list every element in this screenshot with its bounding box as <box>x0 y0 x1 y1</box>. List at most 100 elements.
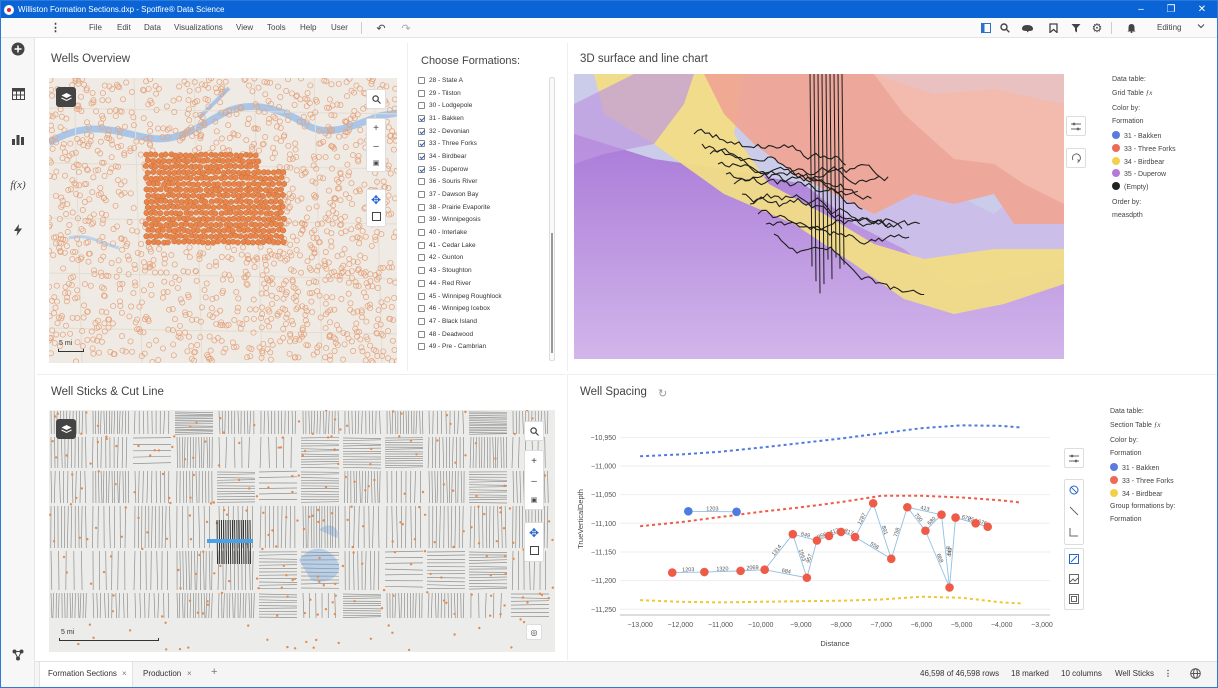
active-table[interactable]: Well Sticks <box>1115 669 1154 678</box>
legend-item[interactable]: 31 - Bakken <box>1112 131 1176 144</box>
pan-icon[interactable]: ✥ <box>371 193 381 207</box>
chevron-down-icon[interactable] <box>1197 22 1205 32</box>
chart-settings-icon[interactable] <box>1064 448 1084 468</box>
group-by-value[interactable]: Formation <box>1110 514 1175 527</box>
line-tool-icon[interactable] <box>1067 504 1081 518</box>
close-icon[interactable]: ✕ <box>1187 1 1217 18</box>
data-point[interactable] <box>802 573 812 583</box>
formation-item[interactable]: 36 - Souris River <box>418 176 550 189</box>
mode-selector[interactable]: Editing <box>1157 23 1181 32</box>
formation-checkbox[interactable] <box>418 241 425 249</box>
formation-checkbox[interactable] <box>418 76 425 84</box>
redo-icon[interactable]: ↷ <box>399 21 413 35</box>
more-options-icon[interactable]: ⋮ <box>1164 669 1172 678</box>
compass-icon[interactable]: ◎ <box>526 624 542 640</box>
formation-item[interactable]: 46 - Winnipeg Icebox <box>418 302 550 315</box>
formation-checkbox[interactable] <box>418 114 425 122</box>
data-point[interactable] <box>951 513 960 522</box>
formation-item[interactable]: 47 - Black Island <box>418 315 550 328</box>
formation-item[interactable]: 45 - Winnipeg Roughlock <box>418 290 550 303</box>
menu-data[interactable]: Data <box>144 23 161 32</box>
wells-map-canvas[interactable] <box>49 78 397 363</box>
zoom-out-icon[interactable]: – <box>373 141 379 152</box>
menu-help[interactable]: Help <box>300 23 316 32</box>
well-spacing-chart[interactable]: −10,950 −11,000 −11,050 −11,100 −11,150 −11,2… <box>572 415 1060 655</box>
formation-checkbox[interactable] <box>418 292 425 300</box>
minimize-icon[interactable]: – <box>1126 1 1156 18</box>
formation-item[interactable]: 41 - Cedar Lake <box>418 239 550 252</box>
pan-icon-2[interactable]: ✥ <box>529 526 539 540</box>
add-icon[interactable] <box>10 41 26 57</box>
fx-icon[interactable]: ƒx <box>1146 89 1153 97</box>
zoom-in-icon[interactable]: + <box>373 123 379 134</box>
formation-checkbox[interactable] <box>418 330 425 338</box>
data-point[interactable] <box>760 565 769 575</box>
legend-item[interactable]: 35 - Duperow <box>1112 169 1176 182</box>
layers-icon[interactable] <box>56 87 76 107</box>
image-icon[interactable] <box>1067 572 1081 586</box>
formation-item[interactable]: 49 - Pre - Cambrian <box>418 340 550 353</box>
export-icon[interactable] <box>1067 592 1081 606</box>
formations-scrollbar[interactable] <box>549 77 555 361</box>
formation-checkbox[interactable] <box>418 305 425 313</box>
legend-item[interactable]: 34 - Birdbear <box>1112 156 1176 170</box>
formation-item[interactable]: 48 - Deadwood <box>418 328 550 341</box>
network-icon[interactable] <box>10 647 26 663</box>
zoom-fit-icon[interactable]: ▣ <box>373 159 380 167</box>
menu-view[interactable]: View <box>236 23 253 32</box>
rectangle-select-icon-2[interactable] <box>529 546 539 558</box>
data-point[interactable] <box>700 567 709 577</box>
data-point[interactable] <box>945 583 954 592</box>
formation-checkbox[interactable] <box>418 216 425 224</box>
zoom-out-icon-2[interactable]: – <box>531 476 537 487</box>
formation-item[interactable]: 33 - Three Forks <box>418 137 550 150</box>
menu-visualizations[interactable]: Visualizations <box>174 23 223 32</box>
formation-item[interactable]: 31 - Bakken <box>418 112 550 125</box>
refresh-icon[interactable]: ↻ <box>658 387 667 400</box>
legend-item[interactable]: 33 - Three Forks <box>1112 143 1176 157</box>
axis-tool-icon[interactable] <box>1067 525 1081 539</box>
close-tab-icon[interactable]: × <box>122 669 127 678</box>
formation-checkbox[interactable] <box>418 102 425 110</box>
legend-item[interactable]: 34 - Birdbear <box>1110 488 1175 502</box>
zoom-fit-icon-2[interactable]: ▣ <box>531 496 538 504</box>
wells-map[interactable]: + – ▣ ✥ 5 mi <box>49 78 397 363</box>
no-select-icon[interactable] <box>1067 483 1081 497</box>
surface-settings-icon[interactable] <box>1066 116 1086 136</box>
menu-edit[interactable]: Edit <box>117 23 131 32</box>
map-search-icon[interactable] <box>366 89 386 109</box>
layers-icon-2[interactable] <box>56 419 76 439</box>
tab-production[interactable]: Production × <box>135 662 199 687</box>
map-search-icon-2[interactable] <box>524 421 544 441</box>
close-tab-icon-2[interactable]: × <box>187 669 192 678</box>
data-table-value-2[interactable]: Section Table ƒx <box>1110 419 1175 433</box>
formation-item[interactable]: 39 - Winnipegosis <box>418 214 550 227</box>
data-point[interactable] <box>868 498 878 508</box>
data-point[interactable] <box>921 526 930 536</box>
formation-item[interactable]: 43 - Stoughton <box>418 264 550 277</box>
formation-checkbox[interactable] <box>418 178 425 186</box>
formation-checkbox[interactable] <box>418 203 425 211</box>
data-point[interactable] <box>850 532 860 542</box>
data-point[interactable] <box>886 554 896 564</box>
data-point[interactable] <box>983 522 993 532</box>
formation-checkbox[interactable] <box>418 229 425 237</box>
menu-file[interactable]: File <box>89 23 102 32</box>
color-by-value-2[interactable]: Formation <box>1110 448 1175 461</box>
formation-item[interactable]: 35 - Duperow <box>418 163 550 176</box>
formation-item[interactable]: 40 - Interlake <box>418 226 550 239</box>
fx-icon-2[interactable]: ƒx <box>1154 421 1161 429</box>
formation-item[interactable]: 29 - Tilston <box>418 87 550 100</box>
rectangle-select-icon[interactable] <box>371 211 381 224</box>
rotate-view-icon[interactable] <box>1066 148 1086 168</box>
formation-checkbox[interactable] <box>418 343 425 351</box>
more-menu-icon[interactable]: ⋮ <box>50 21 61 34</box>
legend-item[interactable]: 33 - Three Forks <box>1110 475 1175 489</box>
formation-item[interactable]: 28 - State A <box>418 74 550 87</box>
data-point[interactable] <box>812 536 822 545</box>
formation-item[interactable]: 42 - Gunton <box>418 252 550 265</box>
formation-checkbox[interactable] <box>418 152 425 160</box>
data-point[interactable] <box>788 529 798 539</box>
formation-checkbox[interactable] <box>418 127 425 135</box>
data-point[interactable] <box>667 568 677 577</box>
